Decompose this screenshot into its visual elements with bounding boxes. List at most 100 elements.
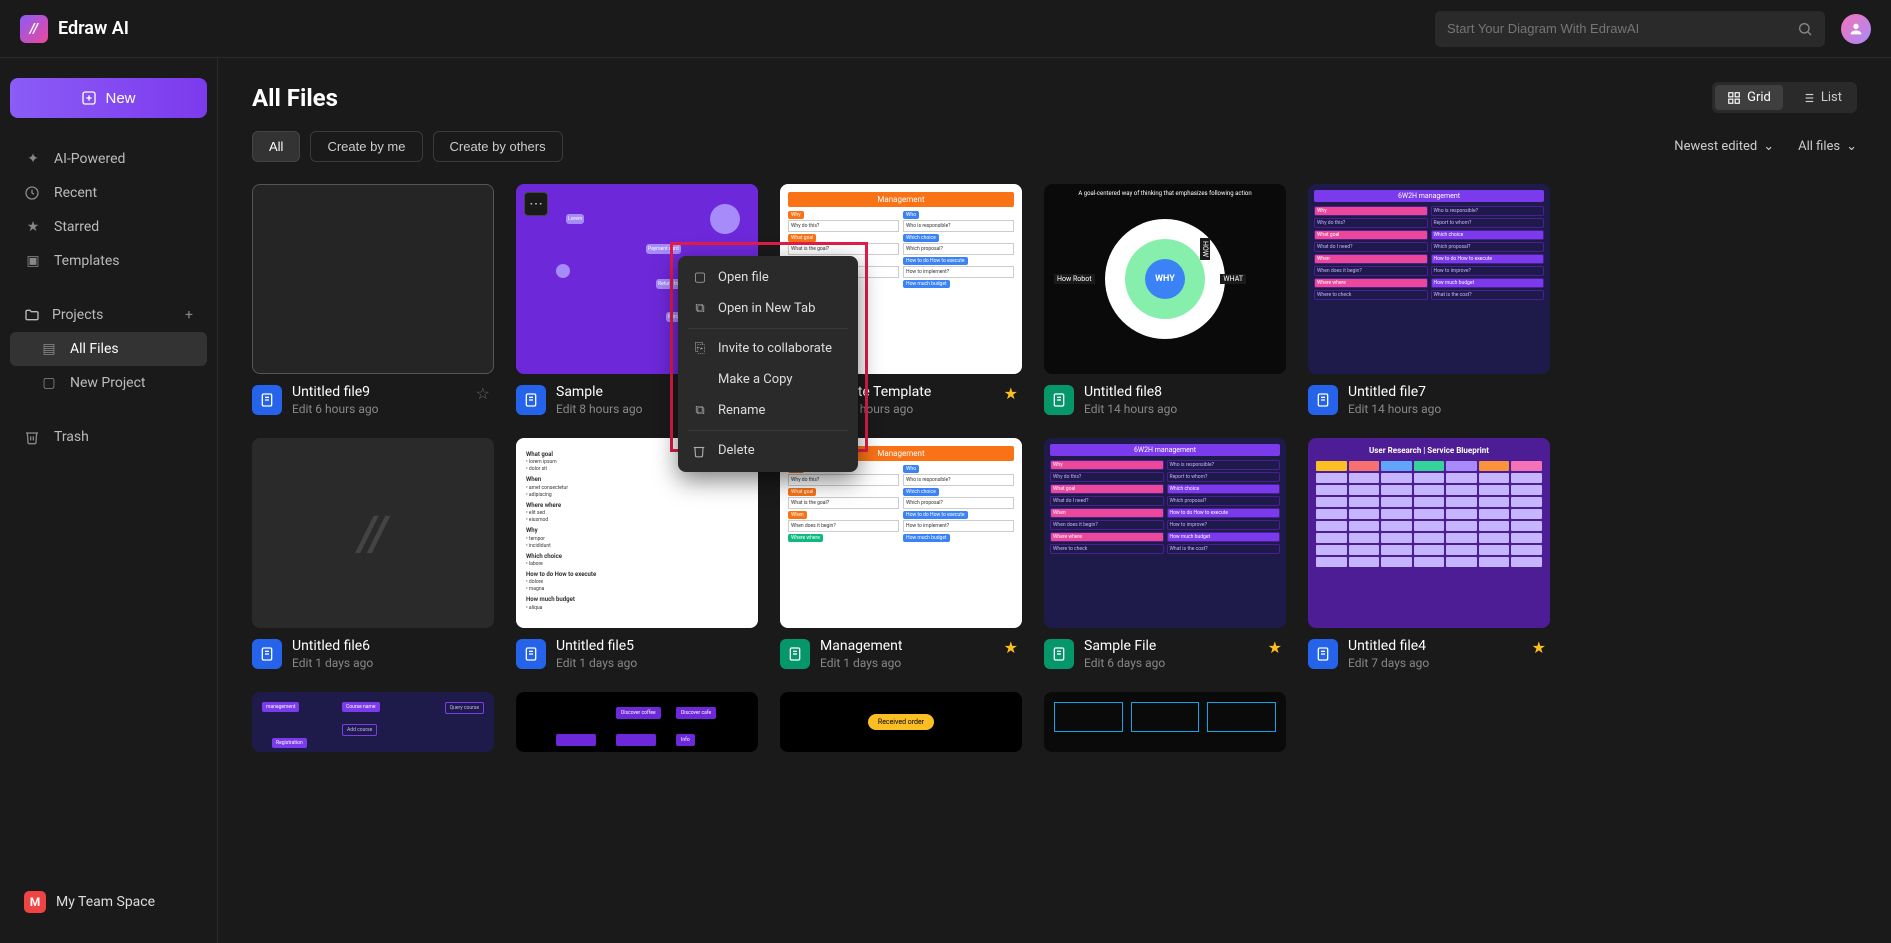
file-card[interactable]: A goal-centered way of thinking that emp… (1044, 184, 1286, 416)
avatar[interactable] (1841, 14, 1871, 44)
file-card[interactable]: Untitled file9 Edit 6 hours ago ☆ (252, 184, 494, 416)
file-subtitle: Edit 7 days ago (1348, 656, 1550, 670)
logo[interactable]: // Edraw AI (20, 15, 129, 43)
file-title: Untitled file7 (1348, 384, 1550, 400)
filter-all[interactable]: All (252, 131, 300, 162)
doc-type-icon (1308, 639, 1338, 669)
file-card[interactable] (1044, 692, 1286, 752)
invite-icon: ⎘ (692, 341, 708, 356)
doc-type-icon (516, 385, 546, 415)
team-space[interactable]: M My Team Space (10, 881, 207, 923)
star-icon: ★ (24, 219, 42, 235)
files-icon: ▤ (40, 341, 58, 357)
doc-type-icon (780, 639, 810, 669)
ctx-make-copy[interactable]: Make a Copy (678, 364, 858, 395)
ctx-open-file[interactable]: ▢ Open file (678, 262, 858, 293)
search-icon[interactable] (1797, 21, 1813, 37)
sort-newest[interactable]: Newest edited ⌄ (1674, 139, 1774, 154)
chevron-down-icon: ⌄ (1763, 139, 1774, 154)
view-grid-button[interactable]: Grid (1715, 85, 1783, 110)
file-title: Untitled file8 (1084, 384, 1286, 400)
nav-ai-powered[interactable]: ✦ AI-Powered (10, 142, 207, 176)
file-icon: ▢ (40, 375, 58, 391)
doc-type-icon (1044, 385, 1074, 415)
star-icon[interactable]: ★ (1004, 384, 1018, 403)
file-card[interactable]: management Course name Add course Query … (252, 692, 494, 752)
file-card[interactable]: Received order (780, 692, 1022, 752)
search-box[interactable] (1435, 11, 1825, 47)
search-input[interactable] (1447, 21, 1797, 36)
thumbnail[interactable]: A goal-centered way of thinking that emp… (1044, 184, 1286, 374)
file-subtitle: Edit 1 days ago (820, 656, 1022, 670)
doc-type-icon (516, 639, 546, 669)
app-name: Edraw AI (58, 18, 129, 39)
file-subtitle: Edit 14 hours ago (1348, 402, 1550, 416)
placeholder-icon: // (359, 505, 388, 562)
filter-create-by-me[interactable]: Create by me (310, 131, 422, 162)
delete-icon (692, 444, 708, 458)
sparkle-icon: ✦ (24, 151, 42, 167)
view-list-button[interactable]: List (1789, 85, 1854, 110)
doc-type-icon (252, 639, 282, 669)
filter-create-by-others[interactable]: Create by others (433, 131, 563, 162)
chevron-down-icon: ⌄ (1846, 139, 1857, 154)
more-button[interactable]: ⋯ (524, 192, 548, 216)
divider (688, 328, 848, 329)
logo-icon: // (20, 15, 48, 43)
thumbnail[interactable]: 6W2H management WhyWho is responsible? W… (1308, 184, 1550, 374)
nav-trash[interactable]: Trash (10, 420, 207, 454)
file-card[interactable]: Discover coffee Discover cafe Info (516, 692, 758, 752)
nav-all-files[interactable]: ▤ All Files (10, 332, 207, 366)
file-card[interactable]: 6W2H management WhyWho is responsible? W… (1044, 438, 1286, 670)
filter-tabs: All Create by me Create by others (252, 131, 563, 162)
doc-type-icon (1308, 385, 1338, 415)
file-card[interactable]: What goal• lorem ipsum• dolor sit When• … (516, 438, 758, 670)
file-card[interactable]: 6W2H management WhyWho is responsible? W… (1308, 184, 1550, 416)
layout-icon: ▣ (24, 253, 42, 269)
view-toggle: Grid List (1712, 82, 1857, 113)
add-project-icon[interactable]: + (185, 307, 193, 323)
file-title: Untitled file6 (292, 638, 494, 654)
file-subtitle: Edit 6 hours ago (292, 402, 494, 416)
nav-recent[interactable]: Recent (10, 176, 207, 210)
ctx-delete[interactable]: Delete (678, 435, 858, 466)
file-title: Untitled file9 (292, 384, 494, 400)
file-subtitle: Edit 6 days ago (1084, 656, 1286, 670)
thumbnail[interactable]: // (252, 438, 494, 628)
file-card[interactable]: // Untitled file6 Edit 1 days ago (252, 438, 494, 670)
new-button[interactable]: New (10, 78, 207, 118)
thumbnail[interactable] (1044, 692, 1286, 752)
star-icon[interactable]: ★ (1004, 638, 1018, 657)
file-subtitle: Edit 1 days ago (556, 656, 758, 670)
thumbnail[interactable]: management Course name Add course Query … (252, 692, 494, 752)
ctx-invite[interactable]: ⎘ Invite to collaborate (678, 333, 858, 364)
sort-allfiles[interactable]: All files ⌄ (1798, 139, 1857, 154)
divider (688, 430, 848, 431)
nav-templates[interactable]: ▣ Templates (10, 244, 207, 278)
new-tab-icon: ⧉ (692, 301, 708, 316)
ctx-open-new-tab[interactable]: ⧉ Open in New Tab (678, 293, 858, 324)
star-icon[interactable]: ★ (1268, 638, 1282, 657)
nav-new-project[interactable]: ▢ New Project (10, 366, 207, 400)
context-menu: ▢ Open file ⧉ Open in New Tab ⎘ Invite t… (678, 256, 858, 472)
file-subtitle: Edit 1 days ago (292, 656, 494, 670)
file-title: Untitled file4 (1348, 638, 1550, 654)
file-grid: Untitled file9 Edit 6 hours ago ☆ ⋯ Lore… (252, 184, 1857, 752)
file-card[interactable]: User Research | Service Blueprint Untitl… (1308, 438, 1550, 670)
trash-icon (24, 429, 42, 445)
thumbnail[interactable]: User Research | Service Blueprint (1308, 438, 1550, 628)
main-content: All Files Grid List All Cr (218, 58, 1891, 943)
ctx-rename[interactable]: ⧉ Rename (678, 395, 858, 426)
thumbnail[interactable]: 6W2H management WhyWho is responsible? W… (1044, 438, 1286, 628)
file-card[interactable]: Management Why Why do this? What goal Wh… (780, 438, 1022, 670)
sidebar: New ✦ AI-Powered Recent ★ Starred ▣ Temp… (0, 58, 218, 943)
nav-projects[interactable]: Projects + (10, 298, 207, 332)
star-icon[interactable]: ☆ (476, 384, 490, 403)
open-icon: ▢ (692, 270, 708, 285)
thumbnail[interactable]: Received order (780, 692, 1022, 752)
file-subtitle: Edit 14 hours ago (1084, 402, 1286, 416)
thumbnail[interactable]: Discover coffee Discover cafe Info (516, 692, 758, 752)
star-icon[interactable]: ★ (1532, 638, 1546, 657)
thumbnail[interactable] (252, 184, 494, 374)
nav-starred[interactable]: ★ Starred (10, 210, 207, 244)
